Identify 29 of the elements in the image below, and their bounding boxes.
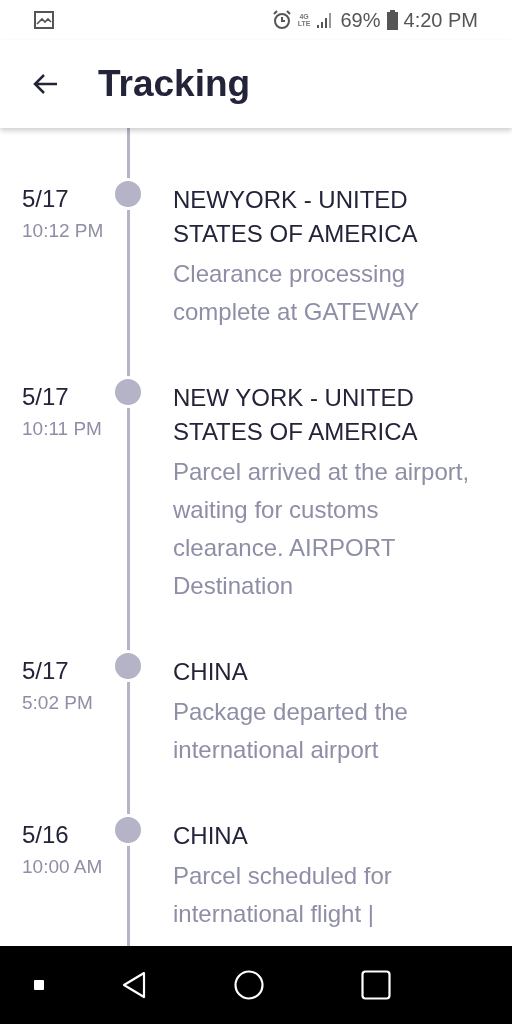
alarm-icon [271,10,292,30]
event-location: NEWYORK - UNITED STATES OF AMERICA [173,185,419,249]
event-time: 10:12 PM [22,219,105,243]
back-nav-button[interactable] [120,970,148,1000]
event-location: CHINA [173,821,249,851]
home-button[interactable] [234,970,264,1000]
timeline-dot [115,817,141,843]
event-date: 5/16 [22,821,70,849]
image-icon [34,11,54,29]
battery-icon [386,10,398,30]
event-location: NEW YORK - UNITED STATES OF AMERICA [173,383,419,447]
event-location: CHINA [173,657,249,687]
event-date: 5/17 [22,185,70,213]
event-time: 10:00 AM [22,855,104,879]
timeline-dot [115,181,141,207]
clock-time: 4:20 PM [403,8,478,32]
event-description: Clearance processing complete at GATEWAY [173,259,421,327]
event-time: 5:02 PM [22,691,94,715]
event-date: 5/17 [22,657,70,685]
event-description: Package departed the international airport [173,697,409,765]
event-description: Parcel arrived at the airport, waiting for customs clearance. AIRPORT Destination [173,457,471,601]
event-description: Parcel scheduled for international flight | [173,861,393,929]
timeline-dot [115,653,141,679]
timeline-dot [115,379,141,405]
battery-percentage: 69% [340,8,381,32]
recents-button[interactable] [361,970,391,1000]
event-time: 10:11 PM [22,417,103,441]
page-title: Tracking [98,63,251,105]
event-date: 5/17 [22,383,70,411]
